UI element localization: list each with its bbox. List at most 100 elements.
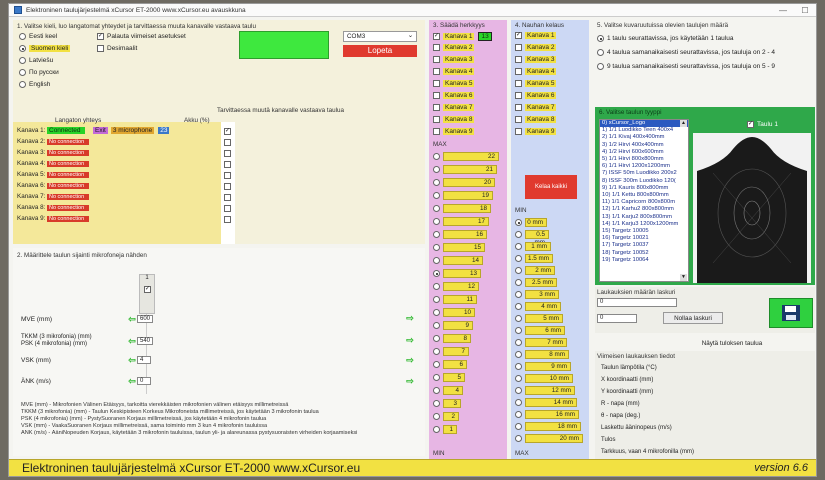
lang-option-english[interactable]: English — [19, 81, 50, 88]
target-item[interactable]: 18) Targetz 10052 — [600, 250, 688, 257]
display-option-1[interactable]: 1 taulu seurattavissa, jos käytetään 1 t… — [597, 35, 733, 42]
restore-settings-checkbox[interactable]: ✓ Palauta viimeiset asetukset — [97, 33, 186, 40]
show-results-button[interactable]: Näytä tuloksen taulua — [689, 339, 775, 349]
arrow-left-icon[interactable]: ⇦ — [127, 336, 137, 346]
sens-level-9[interactable]: 9 — [433, 320, 473, 331]
reel-level-7[interactable]: 7 mm — [515, 337, 567, 348]
display-option-4[interactable]: 4 taulua samanaikaisesti seurattavissa, … — [597, 49, 775, 56]
sens-level-2[interactable]: 2 — [433, 411, 459, 422]
sens-level-19[interactable]: 19 — [433, 190, 493, 201]
sens-level-10[interactable]: 10 — [433, 307, 475, 318]
change-table-checkbox-5[interactable] — [224, 172, 231, 179]
sens-level-13[interactable]: 13 — [433, 268, 481, 279]
reel-channel-4[interactable]: Kanava 4 — [515, 68, 557, 75]
sens-level-21[interactable]: 21 — [433, 164, 497, 175]
reset-counter-button[interactable]: Nollaa laskuri — [663, 312, 723, 324]
target-item[interactable]: 11) 1/1 Capricorn 800x800m — [600, 199, 688, 206]
target-item[interactable]: 17) Targetz 10037 — [600, 242, 688, 249]
reel-level-18[interactable]: 18 mm — [515, 421, 581, 432]
reel-channel-7[interactable]: Kanava 7 — [515, 104, 557, 111]
target-item[interactable]: 10) 1/1 Kettu 800x800mm — [600, 192, 688, 199]
com-port-select[interactable]: COM3 ⌄ — [343, 31, 417, 42]
sens-level-5[interactable]: 5 — [433, 372, 465, 383]
sens-channel-2[interactable]: Kanava 2 — [433, 44, 475, 51]
tkkm-input[interactable]: 540 — [137, 337, 153, 345]
arrow-right-icon[interactable]: ⇨ — [405, 335, 415, 345]
reel-level-0[interactable]: 0 mm — [515, 217, 547, 228]
sens-level-22[interactable]: 22 — [433, 151, 499, 162]
lang-option-eesti[interactable]: Eesti keel — [19, 33, 57, 40]
scroll-down-icon[interactable]: ▼ — [680, 274, 687, 281]
arrow-right-icon[interactable]: ⇨ — [405, 355, 415, 365]
lang-option-russian[interactable]: По русски — [19, 69, 59, 76]
counter-value-2[interactable]: 0 — [597, 314, 637, 323]
change-table-checkbox-7[interactable] — [224, 194, 231, 201]
target-item[interactable]: 0) xCursor_Logo — [600, 120, 688, 128]
reel-level-10[interactable]: 10 mm — [515, 373, 573, 384]
reel-all-button[interactable]: Kelaa kaikki — [525, 175, 577, 199]
target-item[interactable]: 15) Targetz 10005 — [600, 228, 688, 235]
reel-level-14[interactable]: 14 mm — [515, 397, 577, 408]
change-table-checkbox-2[interactable] — [224, 139, 231, 146]
sens-level-20[interactable]: 20 — [433, 177, 495, 188]
sens-channel-9[interactable]: Kanava 9 — [433, 128, 475, 135]
mve-input[interactable]: 600 — [137, 315, 153, 323]
counter-value-1[interactable]: 0 — [597, 298, 677, 307]
save-button[interactable] — [769, 298, 813, 328]
target-item[interactable]: 1) 1/1 Luodikko Teen 400x4 — [600, 127, 688, 134]
reel-level-0-5[interactable]: 0.5 mm — [515, 229, 549, 246]
stop-button[interactable]: Lopeta — [343, 45, 417, 57]
sens-level-17[interactable]: 17 — [433, 216, 489, 227]
change-table-checkbox-1[interactable]: ✓ — [224, 128, 231, 135]
reel-channel-2[interactable]: Kanava 2 — [515, 44, 557, 51]
target-item[interactable]: 2) 1/1 Kivaj 400x400mm — [600, 134, 688, 141]
change-table-checkbox-4[interactable] — [224, 161, 231, 168]
sens-channel-7[interactable]: Kanava 7 — [433, 104, 475, 111]
sens-channel-1[interactable]: ✓ Kanava 1 13 — [433, 32, 492, 41]
target-item[interactable]: 9) 1/1 Kauris 800x800mm — [600, 185, 688, 192]
target-item[interactable]: 19) Targetz 10064 — [600, 257, 688, 264]
reel-level-16[interactable]: 16 mm — [515, 409, 579, 420]
target-item[interactable]: 14) 1/1 Karju3 1200x1200mm — [600, 221, 688, 228]
reel-level-1[interactable]: 1 mm — [515, 241, 551, 252]
target-item[interactable]: 6) 1/1 Hirvi 1200x1200mm — [600, 163, 688, 170]
target-item[interactable]: 16) Targetz 10021 — [600, 235, 688, 242]
reel-level-9[interactable]: 9 mm — [515, 361, 571, 372]
target-item[interactable]: 7) ISSF 50m Luodikko 200x2 — [600, 170, 688, 177]
target-item[interactable]: 8) ISSF 300m Luodikko 120( — [600, 178, 688, 185]
display-option-9[interactable]: 9 taulua samanaikaisesti seurattavissa, … — [597, 63, 775, 70]
sens-channel-8[interactable]: Kanava 8 — [433, 116, 475, 123]
target-type-list[interactable]: 0) xCursor_Logo 1) 1/1 Luodikko Teen 400… — [599, 119, 689, 282]
maximize-button[interactable]: ☐ — [794, 4, 816, 17]
sens-level-1[interactable]: 1 — [433, 424, 457, 435]
lang-option-suomi[interactable]: Suomen kieli — [19, 45, 71, 52]
scroll-up-icon[interactable]: ▲ — [680, 120, 687, 127]
sens-level-16[interactable]: 16 — [433, 229, 487, 240]
reel-level-2-5[interactable]: 2.5 mm — [515, 277, 557, 288]
sens-channel-4[interactable]: Kanava 4 — [433, 68, 475, 75]
reel-channel-5[interactable]: Kanava 5 — [515, 80, 557, 87]
reel-channel-9[interactable]: Kanava 9 — [515, 128, 557, 135]
arrow-left-icon[interactable]: ⇦ — [127, 376, 137, 386]
arrow-right-icon[interactable]: ⇨ — [405, 376, 415, 386]
sens-level-14[interactable]: 14 — [433, 255, 483, 266]
target-item[interactable]: 12) 1/1 Karhu2 800x800mm — [600, 206, 688, 213]
reel-channel-1[interactable]: ✓ Kanava 1 — [515, 32, 557, 39]
change-table-checkbox-8[interactable] — [224, 205, 231, 212]
reel-level-8[interactable]: 8 mm — [515, 349, 569, 360]
target-item[interactable]: 3) 1/2 Hirvi 400x400mm — [600, 142, 688, 149]
decimals-checkbox[interactable]: Desimaalit — [97, 45, 137, 52]
ank-input[interactable]: 0 — [137, 377, 151, 385]
reel-level-4[interactable]: 4 mm — [515, 301, 561, 312]
sens-level-7[interactable]: 7 — [433, 346, 469, 357]
position-checkbox[interactable]: ✓ — [144, 286, 151, 293]
arrow-left-icon[interactable]: ⇦ — [127, 314, 137, 324]
sens-level-6[interactable]: 6 — [433, 359, 467, 370]
sens-channel-6[interactable]: Kanava 6 — [433, 92, 475, 99]
sens-level-15[interactable]: 15 — [433, 242, 485, 253]
sens-level-3[interactable]: 3 — [433, 398, 461, 409]
sens-level-11[interactable]: 11 — [433, 294, 477, 305]
sens-level-8[interactable]: 8 — [433, 333, 471, 344]
reel-channel-3[interactable]: Kanava 3 — [515, 56, 557, 63]
target-item[interactable]: 5) 1/1 Hirvi 800x800mm — [600, 156, 688, 163]
